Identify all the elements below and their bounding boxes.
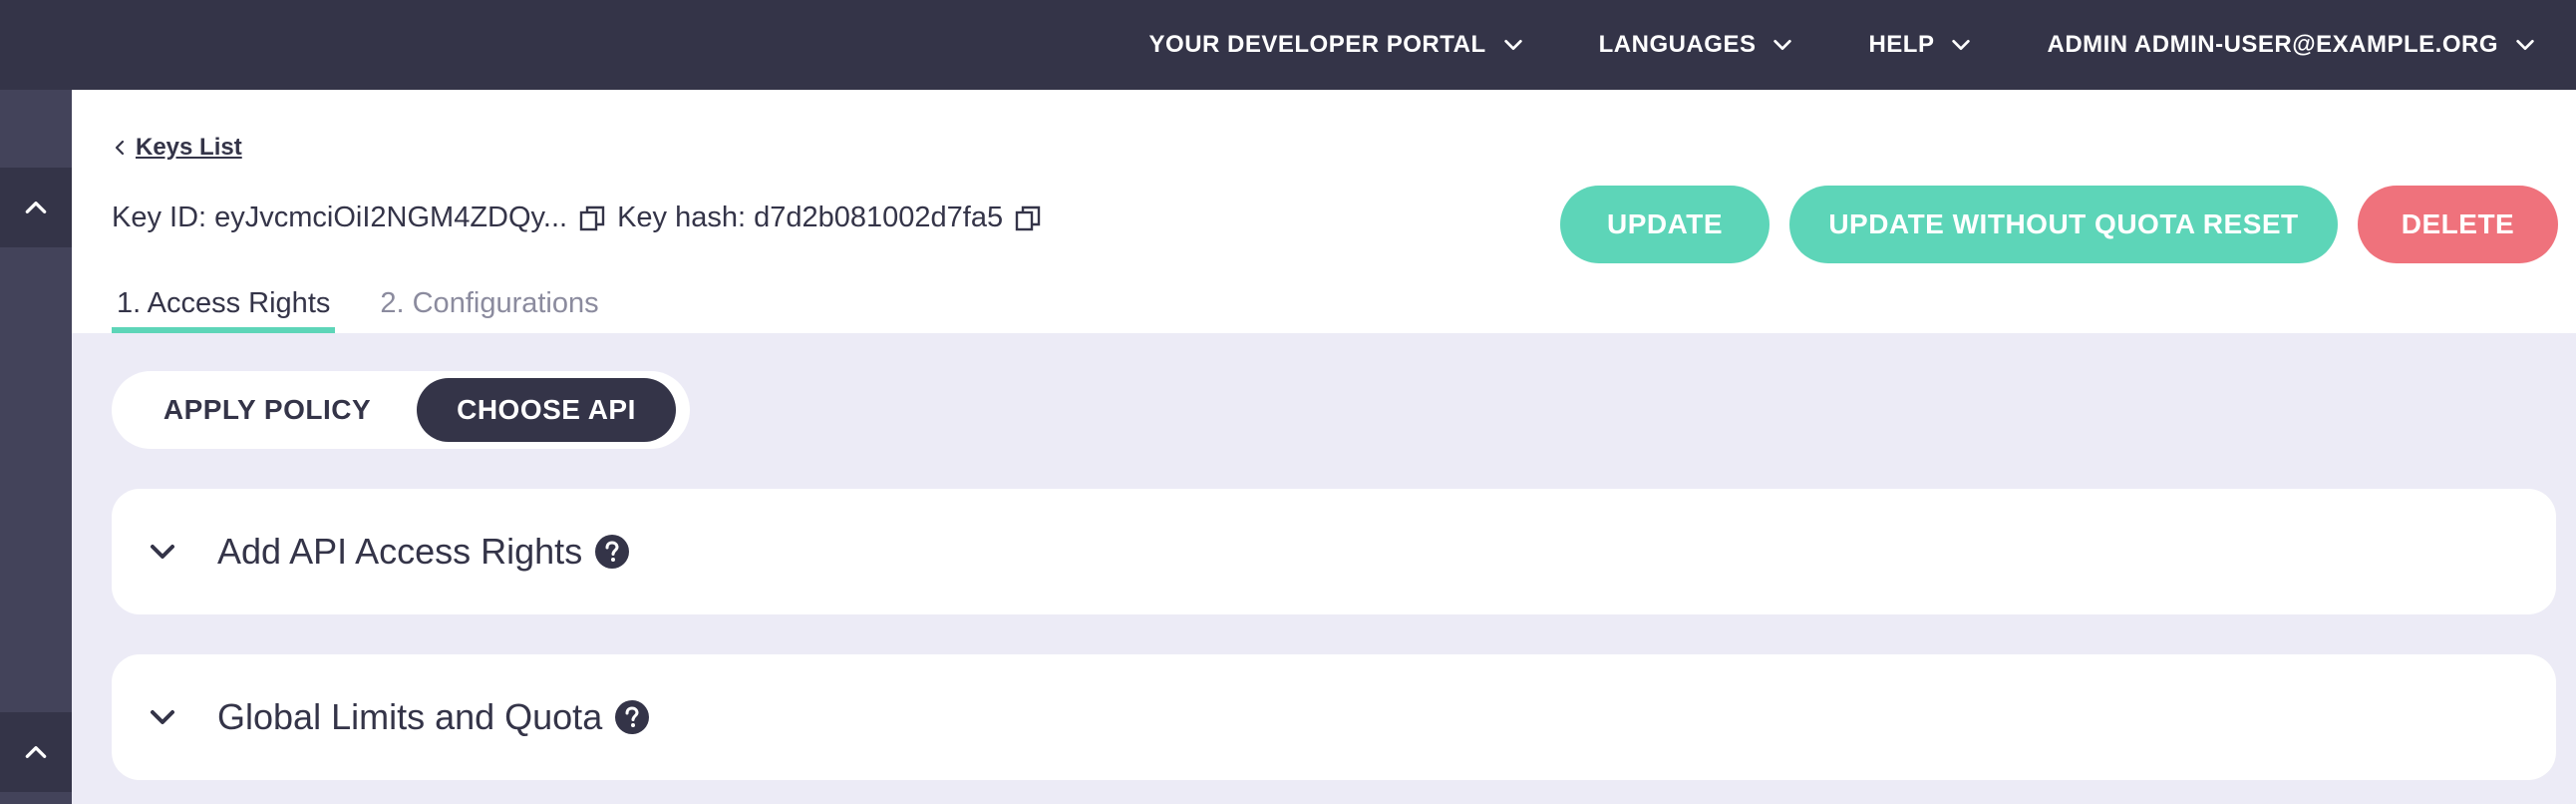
delete-button[interactable]: DELETE — [2358, 186, 2558, 263]
chevron-up-icon — [25, 201, 47, 213]
panel-title: Add API Access Rights — [217, 531, 583, 572]
nav-help[interactable]: HELP — [1868, 31, 1972, 59]
nav-help-label: HELP — [1868, 31, 1935, 58]
access-mode-toggle: APPLY POLICY CHOOSE API — [112, 371, 690, 449]
chevron-up-icon — [25, 746, 47, 758]
chevron-down-icon — [1503, 39, 1522, 51]
key-info: Key ID: eyJvcmciOiI2NGM4ZDQy... Key hash… — [112, 201, 1053, 234]
copy-icon[interactable] — [1013, 203, 1043, 233]
copy-icon[interactable] — [577, 203, 607, 233]
key-hash-text: Key hash: d7d2b081002d7fa5 — [617, 201, 1004, 233]
chevron-left-icon — [115, 140, 125, 156]
back-link-label: Keys List — [136, 134, 242, 161]
update-button[interactable]: UPDATE — [1560, 186, 1770, 263]
key-tabs: 1. Access Rights 2. Configurations — [112, 283, 604, 333]
global-limits-and-quota-panel[interactable]: Global Limits and Quota — [112, 654, 2556, 780]
tab-access-rights[interactable]: 1. Access Rights — [112, 283, 336, 333]
chevron-down-icon — [151, 710, 174, 724]
chevron-down-icon — [2516, 39, 2534, 51]
nav-languages[interactable]: LANGUAGES — [1599, 31, 1794, 59]
key-header: Keys List Key ID: eyJvcmciOiI2NGM4ZDQy..… — [72, 90, 2576, 333]
chevron-down-icon — [1952, 39, 1971, 51]
add-api-access-rights-panel[interactable]: Add API Access Rights — [112, 489, 2556, 614]
nav-developer-portal-label: YOUR DEVELOPER PORTAL — [1148, 31, 1486, 58]
chevron-down-icon — [1773, 39, 1792, 51]
nav-user-menu[interactable]: ADMIN ADMIN-USER@EXAMPLE.ORG — [2047, 31, 2536, 59]
sidebar — [0, 90, 72, 804]
sidebar-collapse-button-bottom[interactable] — [0, 712, 72, 792]
question-circle-icon[interactable] — [614, 699, 650, 735]
panel-title: Global Limits and Quota — [217, 696, 603, 737]
sidebar-collapse-button-top[interactable] — [0, 168, 72, 247]
choose-api-option[interactable]: CHOOSE API — [417, 378, 676, 442]
apply-policy-option[interactable]: APPLY POLICY — [118, 378, 417, 442]
question-circle-icon[interactable] — [594, 534, 630, 570]
key-id-text: Key ID: eyJvcmciOiI2NGM4ZDQy... — [112, 201, 568, 233]
top-navbar: YOUR DEVELOPER PORTAL LANGUAGES HELP ADM… — [0, 0, 2576, 90]
nav-user-label: ADMIN ADMIN-USER@EXAMPLE.ORG — [2047, 31, 2498, 58]
back-to-keys-list-link[interactable]: Keys List — [112, 134, 242, 162]
nav-languages-label: LANGUAGES — [1598, 31, 1757, 58]
update-without-quota-reset-button[interactable]: UPDATE WITHOUT QUOTA RESET — [1789, 186, 2338, 263]
tab-configurations[interactable]: 2. Configurations — [375, 283, 603, 333]
chevron-down-icon — [151, 545, 174, 559]
nav-developer-portal[interactable]: YOUR DEVELOPER PORTAL — [1149, 31, 1524, 59]
